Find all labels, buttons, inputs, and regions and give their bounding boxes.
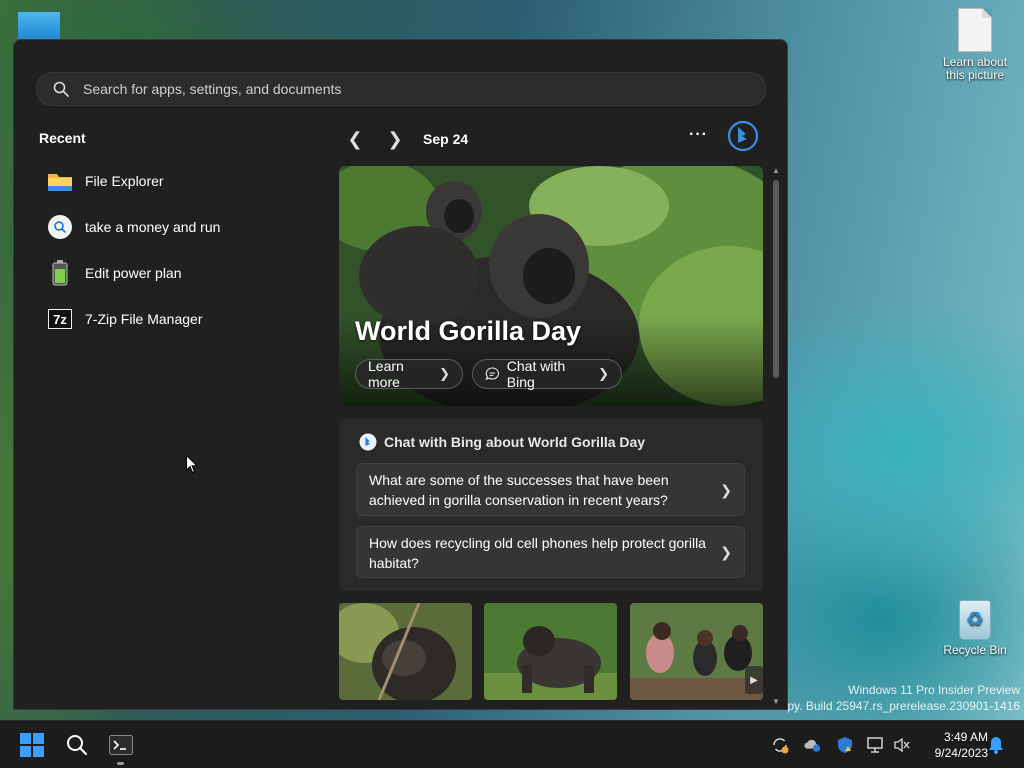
7zip-icon: 7z bbox=[47, 306, 73, 332]
bing-icon bbox=[359, 433, 377, 451]
chevron-right-icon: ❯ bbox=[720, 544, 732, 560]
clock-date: 9/24/2023 bbox=[934, 746, 988, 760]
desktop-icon-label: Recycle Bin bbox=[943, 643, 1007, 657]
silverback-gorilla-image bbox=[484, 603, 617, 700]
conservation-team-image bbox=[630, 603, 763, 700]
search-box[interactable] bbox=[36, 72, 766, 106]
recycle-bin-icon: ♻ bbox=[959, 600, 991, 640]
recent-item-file-explorer[interactable]: File Explorer bbox=[39, 158, 319, 204]
taskbar-search-button[interactable] bbox=[59, 728, 95, 762]
recent-item-label: Edit power plan bbox=[85, 265, 182, 281]
mouse-cursor-icon bbox=[186, 455, 198, 474]
file-icon bbox=[958, 8, 992, 52]
thumbnail-gorilla-hand[interactable] bbox=[339, 603, 472, 700]
image-thumbnail-row: ▶ bbox=[339, 603, 764, 703]
volume-muted-icon[interactable] bbox=[893, 736, 911, 754]
taskbar-clock[interactable]: 3:49 AM 9/24/2023 bbox=[918, 729, 988, 761]
recent-item-label: 7-Zip File Manager bbox=[85, 311, 203, 327]
recent-heading: Recent bbox=[39, 130, 86, 146]
windows-logo-icon bbox=[20, 733, 44, 757]
triangle-right-icon: ▶ bbox=[750, 674, 758, 686]
bing-chat-heading-text: Chat with Bing about World Gorilla Day bbox=[384, 434, 646, 450]
recent-item-edit-power-plan[interactable]: Edit power plan bbox=[39, 250, 319, 296]
recent-item-label: File Explorer bbox=[85, 173, 164, 189]
recent-item-label: take a money and run bbox=[85, 219, 221, 235]
chat-suggestion-text: What are some of the successes that have… bbox=[369, 472, 669, 508]
terminal-running-indicator bbox=[117, 762, 124, 765]
desktop-icon-label: Learn about this picture bbox=[942, 55, 1008, 82]
watermark-line-1: Windows 11 Pro Insider Preview bbox=[848, 683, 1020, 697]
notification-bell-icon[interactable] bbox=[987, 736, 1005, 754]
bing-icon bbox=[727, 120, 759, 152]
search-icon bbox=[67, 735, 88, 756]
svg-text:7z: 7z bbox=[53, 312, 67, 327]
desktop-icon-recycle-bin[interactable]: ♻ Recycle Bin bbox=[935, 600, 1015, 657]
start-menu: Recent File Explorer take a money and r bbox=[13, 39, 788, 710]
chevron-right-icon: ❯ bbox=[439, 366, 450, 381]
hero-card[interactable]: World Gorilla Day Learn more ❯ Chat with… bbox=[339, 166, 763, 406]
more-options-button[interactable]: ··· bbox=[689, 126, 708, 144]
hero-title: World Gorilla Day bbox=[355, 316, 582, 346]
widget-header: ❮ ❯ Sep 24 ··· bbox=[339, 120, 764, 152]
scrollbar-thumb[interactable] bbox=[773, 180, 779, 378]
folder-icon bbox=[47, 168, 73, 194]
thumbnail-next-button[interactable]: ▶ bbox=[745, 666, 763, 694]
previous-button[interactable]: ❮ bbox=[345, 126, 365, 152]
taskbar: 3:49 AM 9/24/2023 bbox=[0, 720, 1024, 768]
start-button[interactable] bbox=[14, 728, 50, 762]
next-button[interactable]: ❯ bbox=[385, 126, 405, 152]
chat-suggestion-text: How does recycling old cell phones help … bbox=[369, 535, 706, 571]
learn-more-label: Learn more bbox=[368, 358, 404, 390]
onedrive-icon[interactable] bbox=[803, 736, 821, 754]
terminal-taskbar-button[interactable] bbox=[103, 728, 139, 762]
chevron-left-icon: ❮ bbox=[347, 128, 363, 149]
sync-icon[interactable] bbox=[771, 736, 789, 754]
chevron-right-icon: ❯ bbox=[720, 481, 732, 498]
thumbnail-silverback[interactable] bbox=[484, 603, 617, 700]
chat-bubble-icon bbox=[485, 367, 499, 380]
chat-with-bing-button[interactable]: Chat with Bing ❯ bbox=[472, 358, 622, 390]
bing-button[interactable] bbox=[727, 120, 759, 152]
chat-suggestion-2[interactable]: How does recycling old cell phones help … bbox=[356, 526, 745, 578]
bing-chat-card: Chat with Bing about World Gorilla Day W… bbox=[339, 419, 763, 591]
widget-scroll-area[interactable]: World Gorilla Day Learn more ❯ Chat with… bbox=[339, 166, 764, 706]
search-icon bbox=[53, 81, 69, 97]
chat-suggestion-1[interactable]: What are some of the successes that have… bbox=[356, 463, 745, 516]
bing-chat-heading: Chat with Bing about World Gorilla Day bbox=[359, 433, 645, 451]
desktop-icon-learn-about-picture[interactable]: Learn about this picture bbox=[935, 8, 1015, 82]
gorilla-hand-image bbox=[339, 603, 472, 700]
recent-item-7zip[interactable]: 7z 7-Zip File Manager bbox=[39, 296, 319, 342]
scroll-down-icon[interactable]: ▼ bbox=[770, 697, 782, 706]
windows-watermark: Windows 11 Pro Insider Preview copy. Bui… bbox=[775, 682, 1020, 714]
scroll-up-icon[interactable]: ▲ bbox=[770, 166, 782, 175]
widget-date: Sep 24 bbox=[423, 131, 469, 147]
battery-icon bbox=[47, 260, 73, 286]
terminal-icon bbox=[109, 735, 133, 755]
chevron-right-icon: ❯ bbox=[387, 128, 403, 149]
network-icon[interactable] bbox=[867, 736, 885, 754]
watermark-line-2: copy. Build 25947.rs_prerelease.230901-1… bbox=[774, 699, 1020, 713]
learn-more-button[interactable]: Learn more ❯ bbox=[355, 358, 463, 390]
chevron-right-icon: ❯ bbox=[598, 366, 609, 381]
recent-item-search-query[interactable]: take a money and run bbox=[39, 204, 319, 250]
security-shield-icon[interactable] bbox=[836, 736, 854, 754]
search-icon bbox=[47, 214, 73, 240]
clock-time: 3:49 AM bbox=[943, 730, 988, 744]
thumbnail-conservation-team[interactable] bbox=[630, 603, 763, 700]
desktop-top-left-icon[interactable] bbox=[18, 12, 60, 40]
recent-list: File Explorer take a money and run Edit … bbox=[39, 158, 319, 342]
widget-scrollbar[interactable]: ▲ ▼ bbox=[770, 166, 782, 706]
search-input[interactable] bbox=[81, 80, 725, 98]
chat-with-bing-label: Chat with Bing bbox=[506, 358, 566, 390]
